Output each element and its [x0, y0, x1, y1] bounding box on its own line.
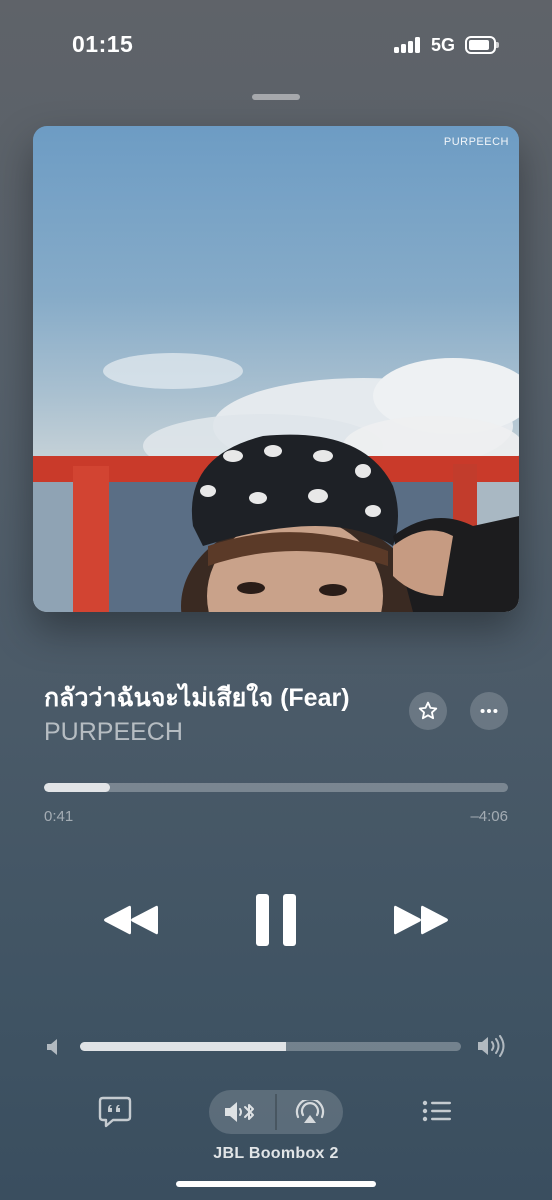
- cellular-signal-icon: [394, 37, 422, 53]
- volume-slider[interactable]: [80, 1042, 461, 1051]
- airplay-button[interactable]: [293, 1097, 327, 1129]
- more-options-button[interactable]: [470, 692, 508, 730]
- sheet-grabber[interactable]: [252, 94, 300, 100]
- queue-button[interactable]: [422, 1100, 452, 1127]
- status-time: 01:15: [72, 31, 134, 57]
- favorite-button[interactable]: [409, 692, 447, 730]
- pause-icon: [256, 894, 296, 946]
- queue-list-icon: [422, 1100, 451, 1122]
- playback-progress-fill: [44, 783, 111, 792]
- elapsed-time: 0:41: [44, 808, 74, 825]
- lyrics-icon: [98, 1096, 132, 1128]
- battery-icon: [465, 36, 499, 54]
- song-title: กลัวว่าฉันจะไม่เสียใจ (Fear): [44, 684, 350, 712]
- home-indicator[interactable]: [176, 1181, 376, 1187]
- volume-level-fill: [80, 1042, 286, 1051]
- fast-forward-icon: [394, 905, 448, 935]
- speaker-bluetooth-button[interactable]: [223, 1100, 259, 1129]
- lyrics-button[interactable]: [98, 1096, 132, 1133]
- audio-output-control: [209, 1090, 343, 1134]
- album-artwork: PURPEECH: [33, 126, 519, 612]
- fast-forward-button[interactable]: [391, 900, 453, 940]
- speaker-bluetooth-icon: [225, 1102, 254, 1122]
- network-type: 5G: [431, 35, 456, 55]
- airplay-audio-icon: [295, 1097, 325, 1123]
- remaining-time: –4:06: [470, 808, 508, 825]
- volume-high-icon: [477, 1035, 507, 1062]
- star-icon: [418, 701, 438, 720]
- rewind-icon: [104, 905, 158, 935]
- volume-low-icon: [46, 1038, 62, 1061]
- artist-name[interactable]: PURPEECH: [44, 718, 183, 747]
- status-bar: 01:15 5G: [0, 0, 552, 90]
- output-device-name: JBL Boombox 2: [213, 1145, 339, 1162]
- artwork-label: PURPEECH: [443, 136, 509, 148]
- ellipsis-icon: [480, 708, 498, 714]
- pause-button[interactable]: [248, 888, 304, 952]
- rewind-button[interactable]: [99, 900, 161, 940]
- pill-divider: [275, 1094, 277, 1130]
- playback-scrubber[interactable]: [44, 783, 508, 792]
